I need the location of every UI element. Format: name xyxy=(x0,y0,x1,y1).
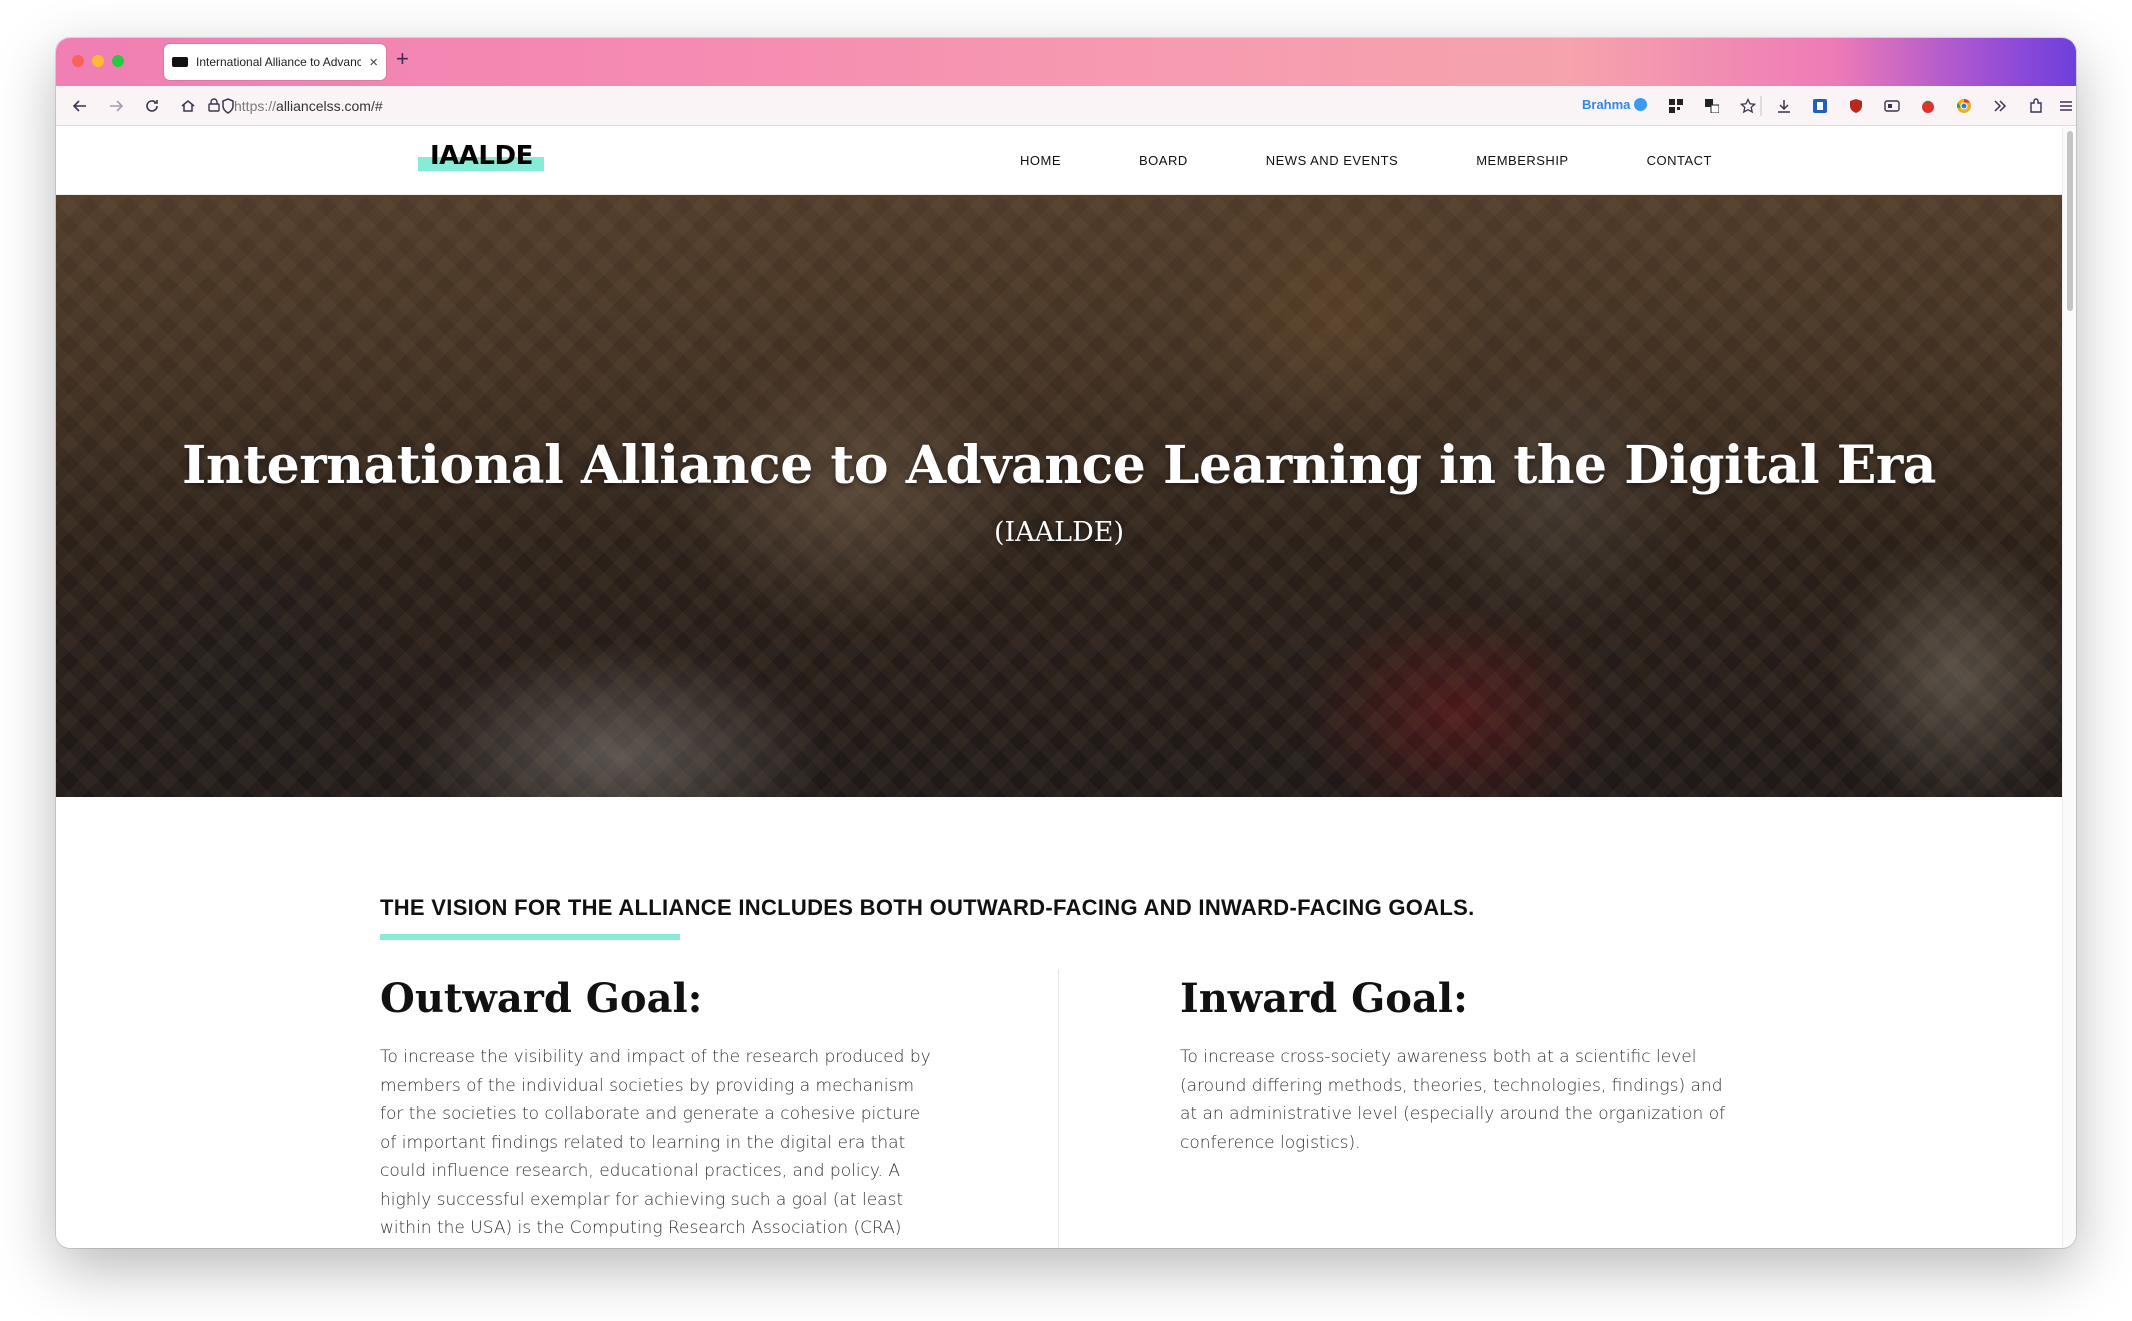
site-header: IAALDE HOME BOARD NEWS AND EVENTS MEMBER… xyxy=(56,127,2062,195)
browser-tab-active[interactable]: International Alliance to Advance Learni… xyxy=(164,44,386,80)
url-text: https://alliancelss.com/# xyxy=(234,98,383,114)
tab-strip: International Alliance to Advance Learni… xyxy=(56,38,2076,86)
vision-heading: THE VISION FOR THE ALLIANCE INCLUDES BOT… xyxy=(380,895,1475,920)
translate-icon[interactable] xyxy=(1700,94,1724,118)
extension-tomato-icon[interactable] xyxy=(1916,94,1940,118)
nav-membership[interactable]: MEMBERSHIP xyxy=(1476,153,1568,168)
favicon-icon xyxy=(172,57,188,67)
nav-home[interactable]: HOME xyxy=(1020,153,1061,168)
extension-chrome-icon[interactable] xyxy=(1952,94,1976,118)
navigation-toolbar: https://alliancelss.com/# Brahma xyxy=(56,86,2076,126)
inward-goal-title: Inward Goal: xyxy=(1180,975,1468,1022)
hero-content: International Alliance to Advance Learni… xyxy=(56,195,2062,797)
site-logo[interactable]: IAALDE xyxy=(418,141,544,177)
menu-hamburger-icon[interactable] xyxy=(2054,94,2076,118)
extension-b-icon[interactable] xyxy=(1808,94,1832,118)
nav-board[interactable]: BOARD xyxy=(1139,153,1188,168)
extension-card-icon[interactable] xyxy=(1880,94,1904,118)
zoom-window-button[interactable] xyxy=(112,55,124,67)
nav-contact[interactable]: CONTACT xyxy=(1647,153,1712,168)
profile-dot-icon xyxy=(1634,98,1648,111)
web-page: IAALDE HOME BOARD NEWS AND EVENTS MEMBER… xyxy=(56,127,2062,1248)
column-divider xyxy=(1058,969,1059,1248)
outward-goal-title: Outward Goal: xyxy=(380,975,703,1022)
tab-close-icon[interactable]: × xyxy=(369,55,378,70)
close-window-button[interactable] xyxy=(72,55,84,67)
page-scrollbar[interactable] xyxy=(2062,127,2076,1248)
toolbar-separator xyxy=(1760,96,1762,116)
profile-badge[interactable]: Brahma xyxy=(1582,97,1648,112)
forward-arrow-icon[interactable] xyxy=(104,94,128,118)
logo-text: IAALDE xyxy=(430,141,533,171)
extensions-puzzle-icon[interactable] xyxy=(2024,94,2048,118)
vision-underline xyxy=(380,934,680,940)
minimize-window-button[interactable] xyxy=(92,55,104,67)
back-arrow-icon[interactable] xyxy=(68,94,92,118)
main-nav: HOME BOARD NEWS AND EVENTS MEMBERSHIP CO… xyxy=(1020,153,1712,168)
browser-window: International Alliance to Advance Learni… xyxy=(56,38,2076,1248)
overflow-chevrons-icon[interactable] xyxy=(1988,94,2012,118)
address-bar[interactable]: https://alliancelss.com/# xyxy=(204,92,1704,120)
home-icon[interactable] xyxy=(176,94,200,118)
reload-icon[interactable] xyxy=(140,94,164,118)
outward-goal-text: To increase the visibility and impact of… xyxy=(380,1047,937,1248)
scrollbar-thumb[interactable] xyxy=(2067,131,2073,311)
lock-icon xyxy=(208,98,220,117)
hero-title: International Alliance to Advance Learni… xyxy=(182,435,1936,496)
hero-subtitle: (IAALDE) xyxy=(993,517,1125,548)
qr-code-icon[interactable] xyxy=(1664,94,1688,118)
hero-banner: International Alliance to Advance Learni… xyxy=(56,195,2062,797)
bookmark-star-icon[interactable] xyxy=(1736,94,1760,118)
tab-title: International Alliance to Advance Learni… xyxy=(196,55,362,69)
download-icon[interactable] xyxy=(1772,94,1796,118)
new-tab-button[interactable]: + xyxy=(396,48,409,70)
extension-shield-icon[interactable] xyxy=(1844,94,1868,118)
nav-news-and-events[interactable]: NEWS AND EVENTS xyxy=(1266,153,1398,168)
inward-goal-text: To increase cross-society awareness both… xyxy=(1180,1047,1726,1153)
